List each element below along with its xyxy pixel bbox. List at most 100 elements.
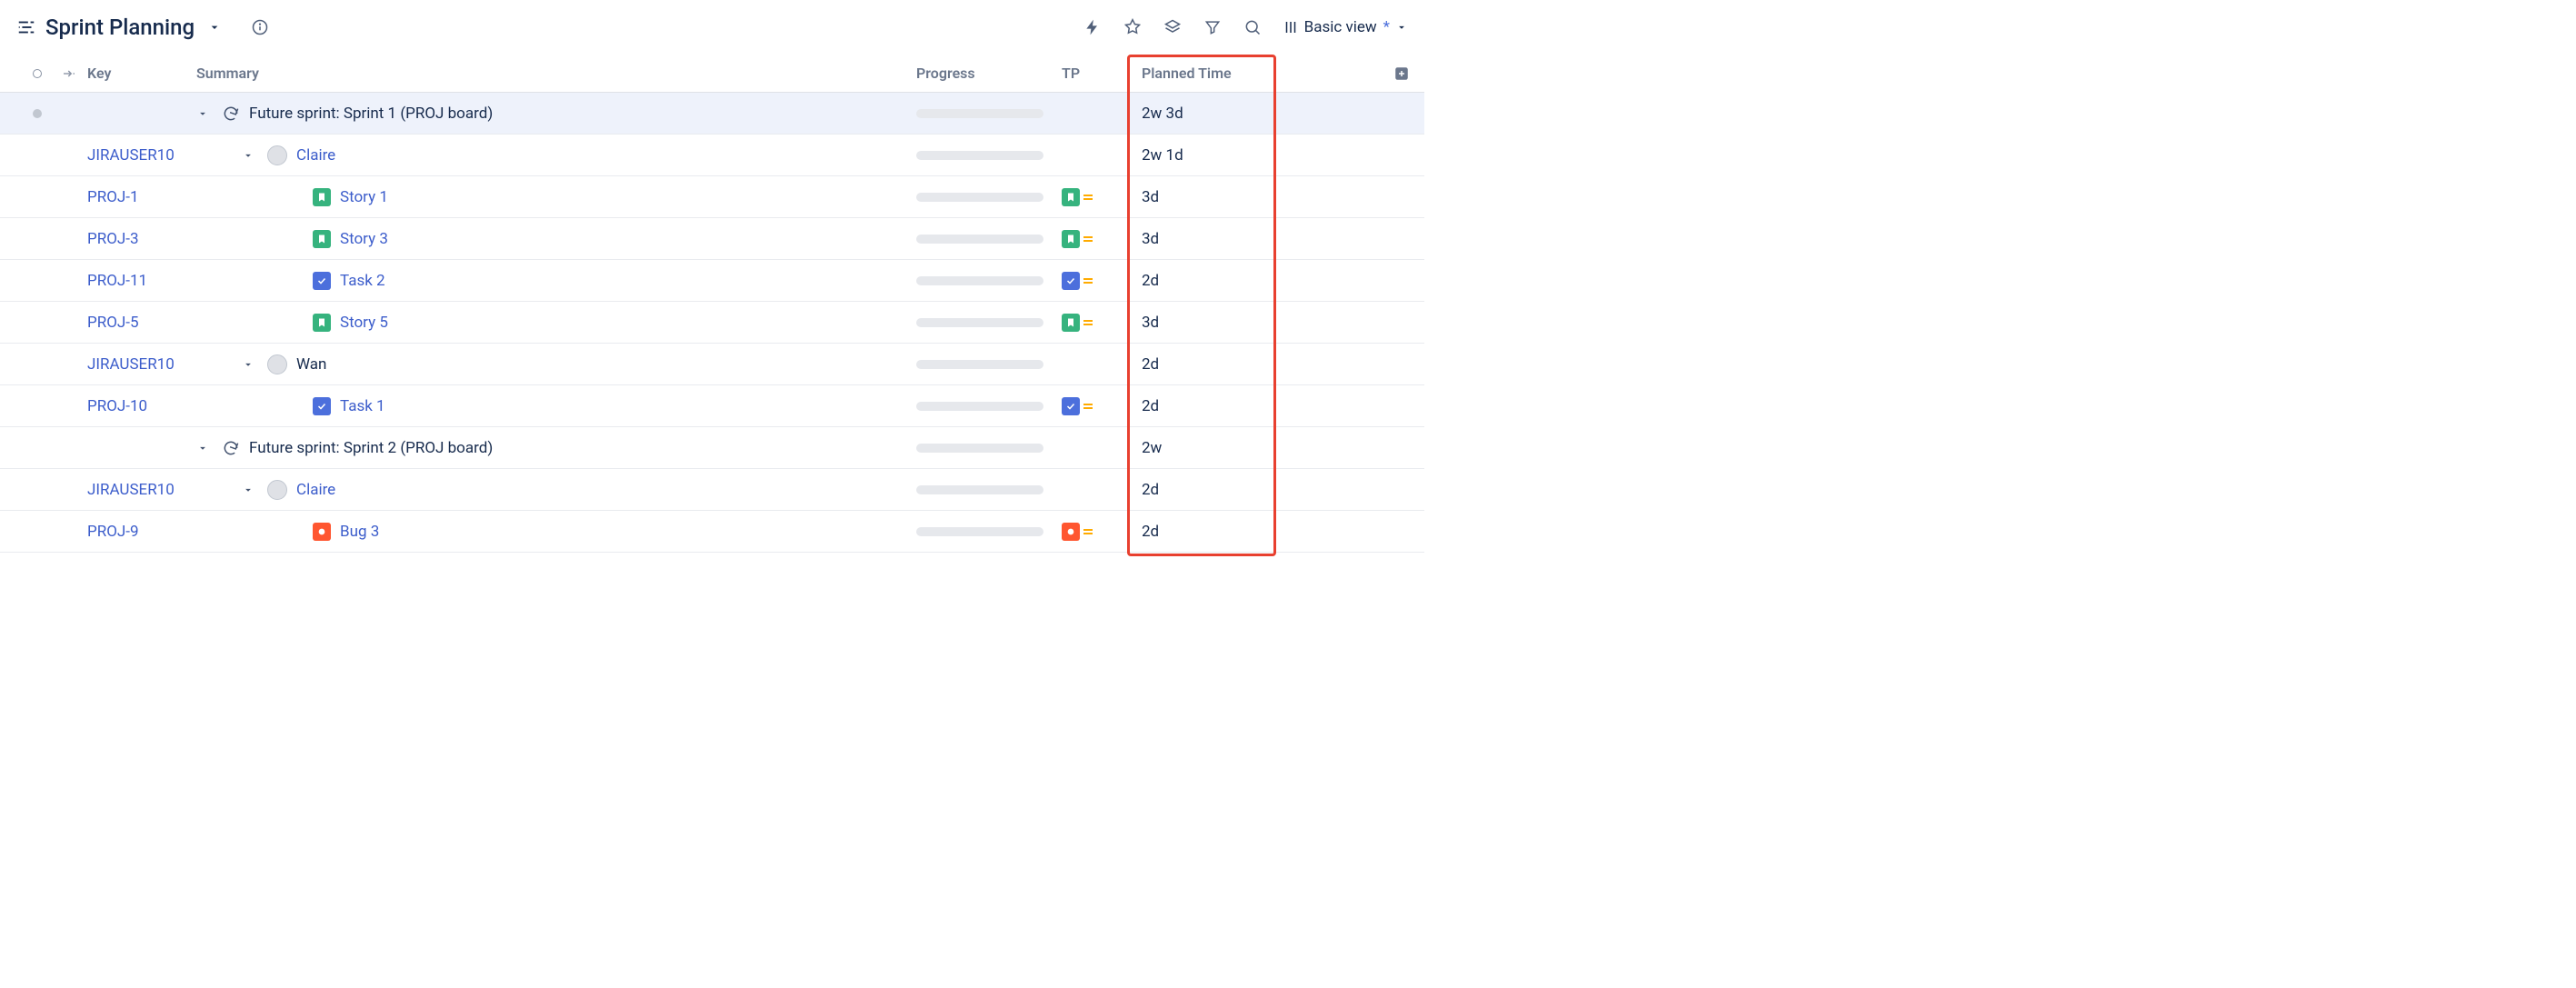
issue-summary-link[interactable]: Story 3 bbox=[340, 230, 388, 248]
avatar bbox=[267, 480, 287, 500]
assignee-name[interactable]: Claire bbox=[296, 146, 335, 165]
sprint-icon bbox=[222, 105, 240, 123]
task-type-icon bbox=[1062, 397, 1080, 415]
planned-time-value: 2w bbox=[1125, 439, 1271, 457]
issue-key-link[interactable]: PROJ-9 bbox=[87, 523, 196, 541]
chevron-down-icon[interactable] bbox=[196, 442, 213, 454]
automation-icon[interactable] bbox=[1083, 17, 1103, 37]
bug-type-icon bbox=[1062, 523, 1080, 541]
issue-key-link[interactable]: PROJ-5 bbox=[87, 314, 196, 332]
priority-icon bbox=[1083, 236, 1093, 242]
col-header-key[interactable]: Key bbox=[87, 65, 196, 82]
progress-bar bbox=[916, 360, 1043, 369]
issue-key-link[interactable]: PROJ-3 bbox=[87, 230, 196, 248]
table-row[interactable]: JIRAUSER10 Wan 2d bbox=[0, 344, 1424, 385]
planned-time-value: 2d bbox=[1125, 481, 1271, 499]
issue-key-link[interactable]: PROJ-11 bbox=[87, 272, 196, 290]
priority-icon bbox=[1083, 529, 1093, 534]
planned-time-value: 2d bbox=[1125, 355, 1271, 374]
table-row[interactable]: PROJ-3 Story 3 3d bbox=[0, 218, 1424, 260]
sprint-icon bbox=[222, 439, 240, 457]
priority-icon bbox=[1083, 404, 1093, 409]
progress-bar bbox=[916, 276, 1043, 285]
view-label: Basic view bbox=[1304, 18, 1377, 36]
table-row[interactable]: PROJ-9 Bug 3 2d bbox=[0, 511, 1424, 553]
planned-time-value: 3d bbox=[1125, 230, 1271, 248]
table-row[interactable]: PROJ-10 Task 1 2d bbox=[0, 385, 1424, 427]
issue-summary-link[interactable]: Story 5 bbox=[340, 314, 388, 332]
table-row[interactable]: Future sprint: Sprint 2 (PROJ board) 2w bbox=[0, 427, 1424, 469]
story-type-icon bbox=[313, 188, 331, 206]
story-type-icon bbox=[1062, 188, 1080, 206]
story-type-icon bbox=[1062, 230, 1080, 248]
issue-key-link[interactable]: JIRAUSER10 bbox=[87, 146, 196, 165]
issue-summary-link[interactable]: Story 1 bbox=[340, 188, 388, 206]
priority-icon bbox=[1083, 195, 1093, 200]
tp-cell bbox=[1062, 230, 1125, 248]
layers-icon[interactable] bbox=[1163, 17, 1183, 37]
chevron-down-icon[interactable] bbox=[242, 484, 258, 496]
task-type-icon bbox=[313, 397, 331, 415]
page-header: Sprint Planning bbox=[0, 0, 1424, 55]
tp-cell bbox=[1062, 314, 1125, 332]
col-header-summary[interactable]: Summary bbox=[196, 65, 916, 82]
progress-bar bbox=[916, 151, 1043, 160]
planned-time-value: 2d bbox=[1125, 272, 1271, 290]
issue-key-link[interactable]: PROJ-10 bbox=[87, 397, 196, 415]
summary-text: Future sprint: Sprint 1 (PROJ board) bbox=[249, 105, 493, 123]
add-column-button[interactable] bbox=[1380, 65, 1423, 82]
table-row[interactable]: PROJ-1 Story 1 3d bbox=[0, 176, 1424, 218]
info-icon[interactable] bbox=[251, 18, 269, 36]
summary-text: Future sprint: Sprint 2 (PROJ board) bbox=[249, 439, 493, 457]
story-type-icon bbox=[1062, 314, 1080, 332]
table-row[interactable]: JIRAUSER10 Claire 2d bbox=[0, 469, 1424, 511]
assignee-name[interactable]: Claire bbox=[296, 481, 335, 499]
col-header-progress[interactable]: Progress bbox=[916, 65, 1062, 82]
structure-icon bbox=[16, 17, 36, 37]
tp-cell bbox=[1062, 272, 1125, 290]
progress-bar bbox=[916, 402, 1043, 411]
filter-icon[interactable] bbox=[1203, 17, 1223, 37]
priority-icon bbox=[1083, 320, 1093, 325]
search-icon[interactable] bbox=[1243, 17, 1263, 37]
progress-bar bbox=[916, 318, 1043, 327]
story-type-icon bbox=[313, 230, 331, 248]
chevron-down-icon[interactable] bbox=[196, 107, 213, 120]
tp-cell bbox=[1062, 523, 1125, 541]
planned-time-value: 3d bbox=[1125, 188, 1271, 206]
planned-time-value: 2w 3d bbox=[1125, 105, 1271, 123]
tp-cell bbox=[1062, 397, 1125, 415]
avatar bbox=[267, 145, 287, 165]
issue-summary-link[interactable]: Task 2 bbox=[340, 272, 385, 290]
page-title[interactable]: Sprint Planning bbox=[45, 15, 195, 40]
issue-summary-link[interactable]: Task 1 bbox=[340, 397, 385, 415]
issue-key-link[interactable]: JIRAUSER10 bbox=[87, 355, 196, 374]
story-type-icon bbox=[313, 314, 331, 332]
table-row[interactable]: Future sprint: Sprint 1 (PROJ board) 2w … bbox=[0, 93, 1424, 135]
planned-time-value: 2d bbox=[1125, 523, 1271, 541]
title-dropdown-icon[interactable] bbox=[207, 20, 222, 35]
col-header-tp[interactable]: TP bbox=[1062, 65, 1125, 82]
bug-type-icon bbox=[313, 523, 331, 541]
issue-key-link[interactable]: JIRAUSER10 bbox=[87, 481, 196, 499]
issue-key-link[interactable]: PROJ-1 bbox=[87, 188, 196, 206]
issue-summary-link[interactable]: Bug 3 bbox=[340, 523, 379, 541]
planned-time-value: 3d bbox=[1125, 314, 1271, 332]
table-row[interactable]: JIRAUSER10 Claire 2w 1d bbox=[0, 135, 1424, 176]
table-row[interactable]: PROJ-11 Task 2 2d bbox=[0, 260, 1424, 302]
progress-bar bbox=[916, 235, 1043, 244]
col-header-planned-time[interactable]: Planned Time bbox=[1125, 65, 1271, 82]
progress-bar bbox=[916, 485, 1043, 494]
status-column-icon[interactable] bbox=[24, 69, 51, 78]
planned-time-value: 2d bbox=[1125, 397, 1271, 415]
view-modified-indicator: * bbox=[1383, 18, 1390, 36]
task-type-icon bbox=[313, 272, 331, 290]
table-header: Key Summary Progress TP Planned Time bbox=[0, 55, 1424, 93]
task-type-icon bbox=[1062, 272, 1080, 290]
pin-icon[interactable] bbox=[1123, 17, 1143, 37]
view-selector[interactable]: Basic view * bbox=[1283, 18, 1408, 36]
table-row[interactable]: PROJ-5 Story 5 3d bbox=[0, 302, 1424, 344]
chevron-down-icon[interactable] bbox=[242, 149, 258, 162]
chevron-down-icon[interactable] bbox=[242, 358, 258, 371]
link-column-icon[interactable] bbox=[51, 65, 87, 82]
